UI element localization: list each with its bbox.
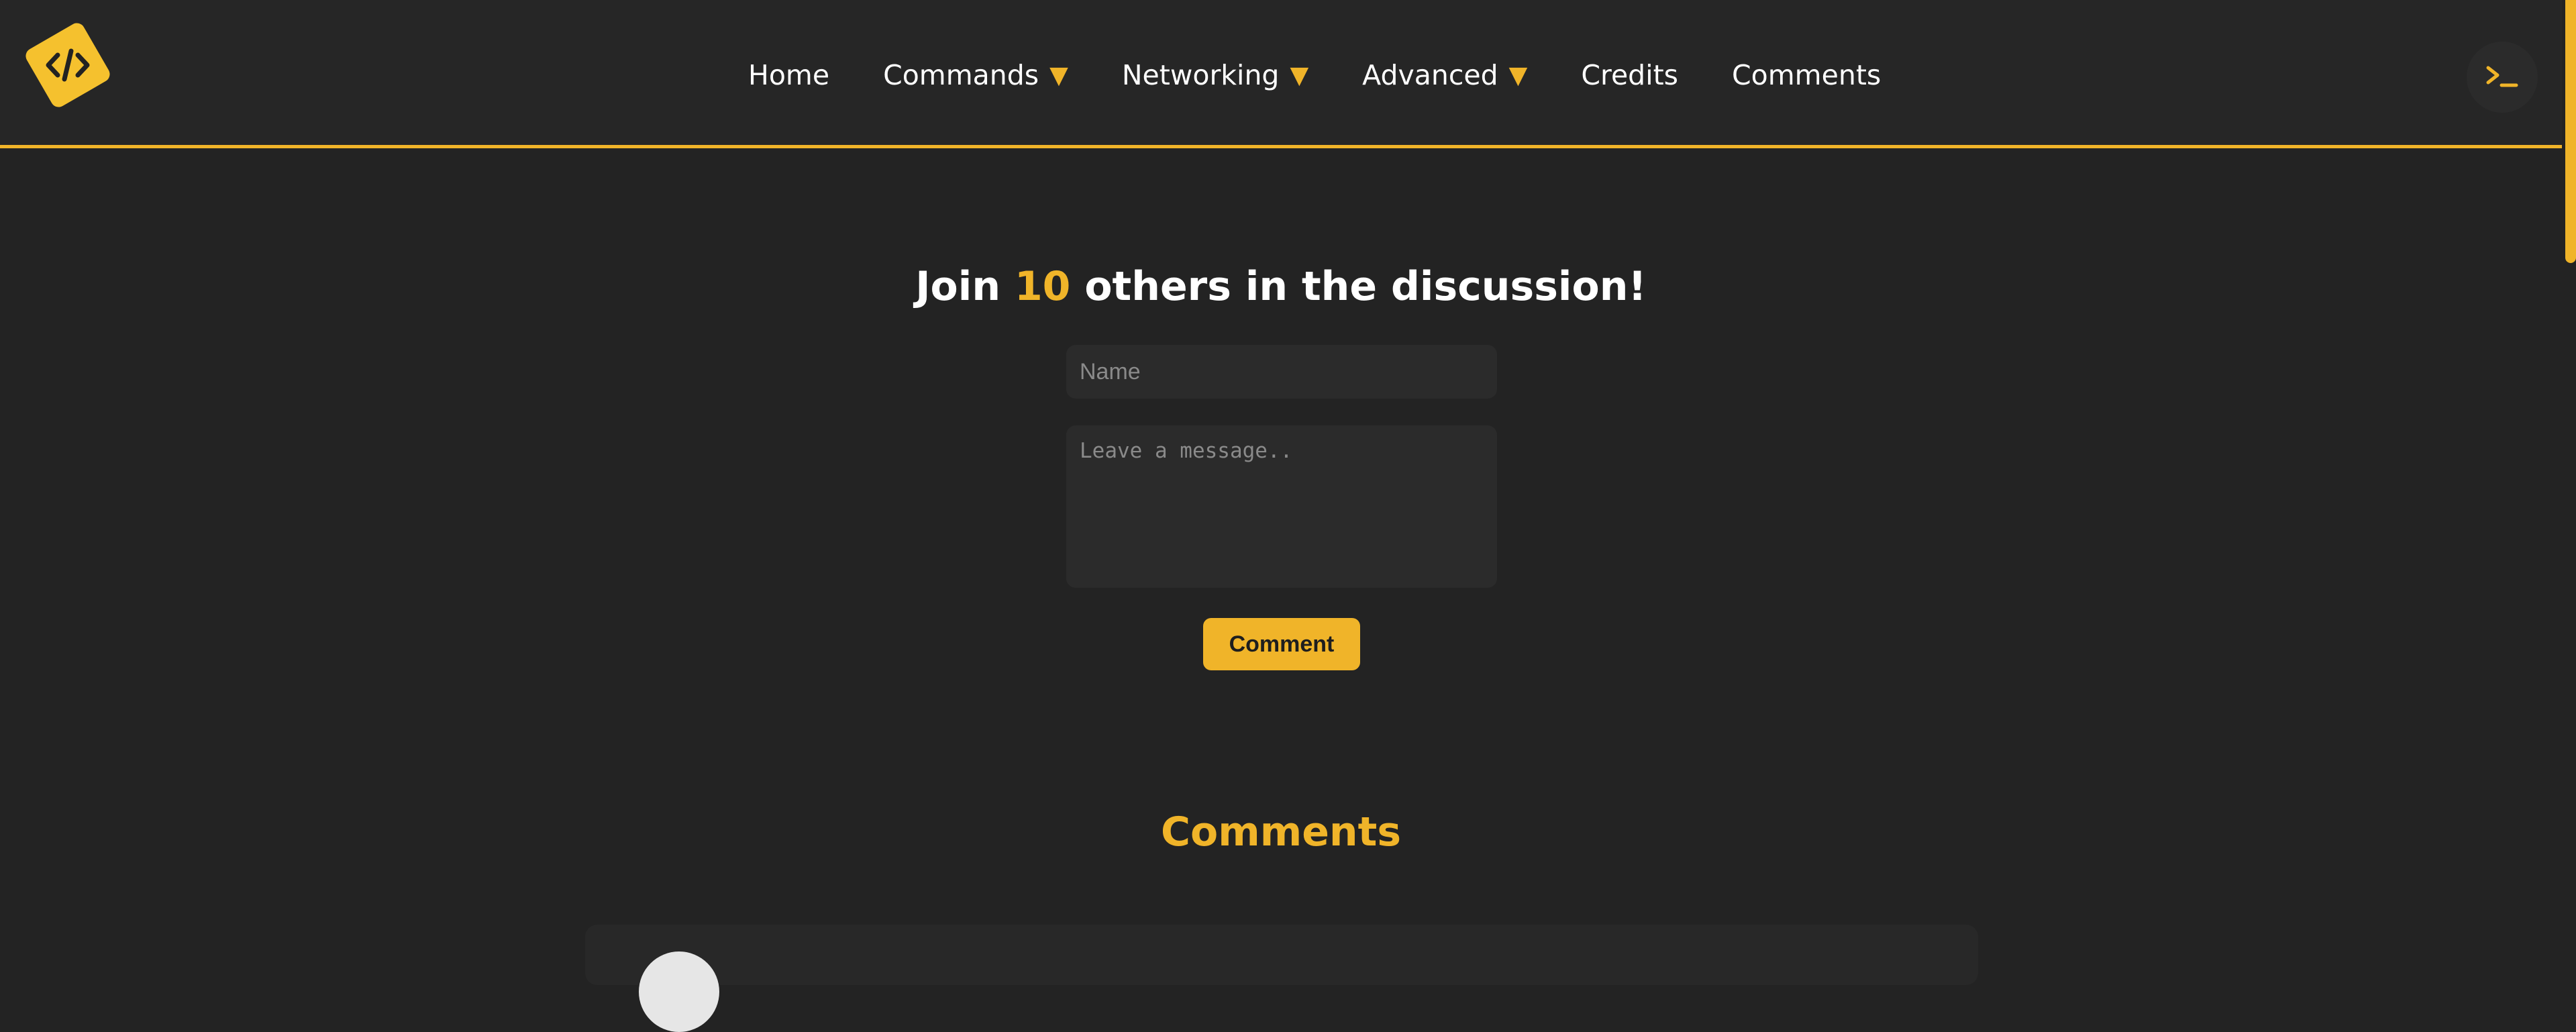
heading-suffix: others in the discussion! [1084, 263, 1647, 310]
caret-down-icon: ▼ [1290, 61, 1309, 89]
nav-item-label: Credits [1581, 59, 1679, 91]
name-input[interactable] [1066, 345, 1497, 399]
heading-prefix: Join [915, 263, 1001, 310]
nav-item-label: Networking [1121, 59, 1280, 91]
terminal-button[interactable] [2467, 42, 2538, 113]
nav-item-label: Commands [883, 59, 1039, 91]
caret-down-icon: ▼ [1049, 61, 1068, 89]
avatar [639, 951, 719, 1032]
nav-item-commands[interactable]: Commands ▼ [883, 59, 1068, 91]
top-navbar: Home Commands ▼ Networking ▼ Advanced ▼ … [0, 0, 2562, 148]
nav-item-advanced[interactable]: Advanced ▼ [1362, 59, 1527, 91]
comment-card [585, 925, 1978, 985]
nav-item-credits[interactable]: Credits [1581, 59, 1678, 91]
main-nav: Home Commands ▼ Networking ▼ Advanced ▼ … [748, 54, 1881, 97]
comment-submit-button[interactable]: Comment [1203, 618, 1360, 670]
scrollbar-thumb[interactable] [2565, 0, 2576, 263]
discussion-heading: Join 10 others in the discussion! [0, 263, 2562, 310]
nav-item-label: Home [748, 59, 830, 91]
nav-item-comments[interactable]: Comments [1732, 59, 1881, 91]
nav-item-networking[interactable]: Networking ▼ [1122, 59, 1308, 91]
code-brackets-icon [46, 48, 90, 82]
message-input[interactable] [1066, 425, 1497, 588]
terminal-icon [2486, 66, 2518, 87]
nav-item-label: Advanced [1362, 59, 1498, 91]
comments-heading: Comments [1160, 809, 1402, 856]
nav-item-label: Comments [1732, 59, 1882, 91]
nav-item-home[interactable]: Home [748, 59, 829, 91]
site-logo[interactable] [23, 20, 113, 110]
participant-count: 10 [1014, 263, 1071, 310]
caret-down-icon: ▼ [1508, 61, 1528, 89]
